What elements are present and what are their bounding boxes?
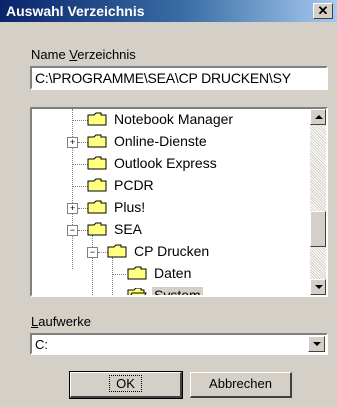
dialog-window: Auswahl Verzeichnis ✕ Name Verzeichnis C… xyxy=(0,0,337,407)
ok-button[interactable]: OK xyxy=(69,371,183,399)
scroll-up-button[interactable] xyxy=(310,109,326,125)
title-bar[interactable]: Auswahl Verzeichnis ✕ xyxy=(0,0,337,22)
folder-icon xyxy=(87,156,107,170)
cancel-button[interactable]: Abbrechen xyxy=(190,372,292,398)
drive-select[interactable]: C: xyxy=(30,333,328,355)
folder-icon xyxy=(87,112,107,126)
drives-label: Laufwerke xyxy=(31,314,91,329)
folder-icon xyxy=(107,244,127,258)
expand-plus-icon[interactable]: + xyxy=(67,137,78,148)
folder-icon xyxy=(87,222,107,236)
tree-line xyxy=(112,257,113,295)
scroll-thumb[interactable] xyxy=(310,211,326,247)
window-title: Auswahl Verzeichnis xyxy=(6,3,145,19)
open-folder-icon xyxy=(127,288,147,295)
expand-plus-icon[interactable]: + xyxy=(67,203,78,214)
collapse-minus-icon[interactable]: − xyxy=(87,247,98,258)
close-icon: ✕ xyxy=(317,3,329,18)
folder-icon xyxy=(87,178,107,192)
close-button[interactable]: ✕ xyxy=(313,3,333,19)
arrow-up-icon xyxy=(315,115,323,119)
directory-path-field[interactable]: C:\PROGRAMME\SEA\CP DRUCKEN\SY xyxy=(30,66,328,90)
scroll-down-button[interactable] xyxy=(310,279,326,295)
tree-vertical-scrollbar[interactable] xyxy=(310,109,326,295)
folder-tree[interactable]: Notebook Manager + Online-Dienste Outloo… xyxy=(30,107,328,297)
drive-dropdown-button[interactable] xyxy=(308,336,325,352)
collapse-minus-icon[interactable]: − xyxy=(67,225,78,236)
directory-path-value: C:\PROGRAMME\SEA\CP DRUCKEN\SY xyxy=(35,70,291,86)
directory-label: Name Verzeichnis xyxy=(31,47,136,62)
folder-icon xyxy=(87,134,107,148)
tree-line xyxy=(72,109,73,269)
tree-line xyxy=(92,235,93,295)
chevron-down-icon xyxy=(313,342,321,346)
folder-icon xyxy=(87,200,107,214)
folder-icon xyxy=(127,266,147,280)
arrow-down-icon xyxy=(315,285,323,289)
drive-select-value: C: xyxy=(35,337,48,352)
